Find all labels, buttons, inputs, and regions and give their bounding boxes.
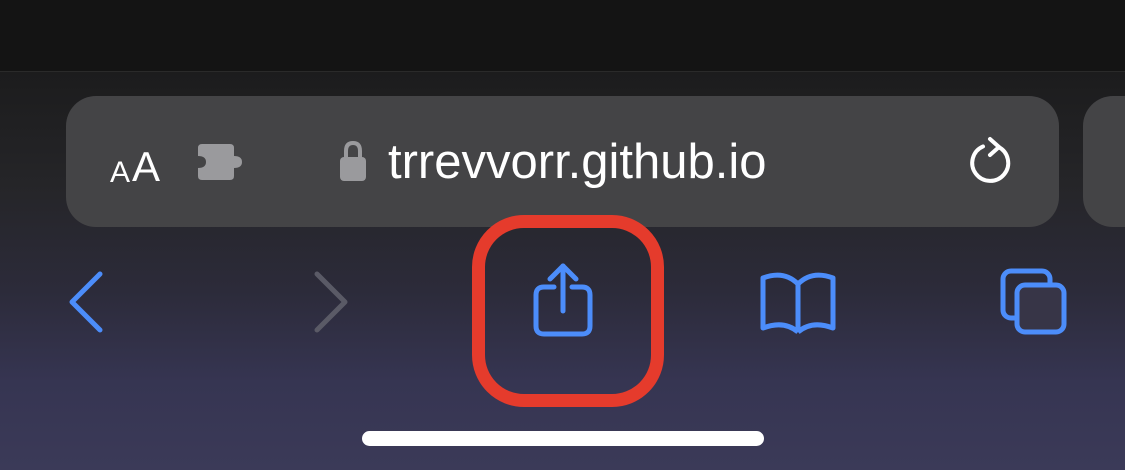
url-text[interactable]: trrevvorr.github.io	[388, 134, 767, 190]
tabs-button[interactable]	[996, 264, 1072, 340]
back-button[interactable]	[60, 262, 120, 342]
text-size-large-a: A	[132, 143, 161, 190]
share-button[interactable]	[520, 258, 606, 344]
reload-icon[interactable]	[966, 136, 1018, 188]
page-content-area	[0, 0, 1125, 72]
tabs-icon	[996, 264, 1072, 340]
text-size-button[interactable]: A A	[110, 140, 160, 188]
lock-icon	[339, 140, 367, 182]
home-indicator[interactable]	[362, 431, 764, 446]
next-tab-address-bar[interactable]	[1083, 96, 1125, 227]
safari-screen: A A trrevvorr.github.io	[0, 0, 1125, 470]
bookmarks-button[interactable]	[756, 266, 840, 338]
book-icon	[756, 266, 840, 338]
chevron-left-icon	[60, 262, 120, 342]
text-size-small-a: A	[110, 156, 131, 189]
puzzle-piece-icon[interactable]	[196, 142, 246, 182]
chevron-right-icon	[300, 262, 360, 342]
forward-button[interactable]	[300, 262, 360, 342]
share-icon	[520, 258, 606, 344]
